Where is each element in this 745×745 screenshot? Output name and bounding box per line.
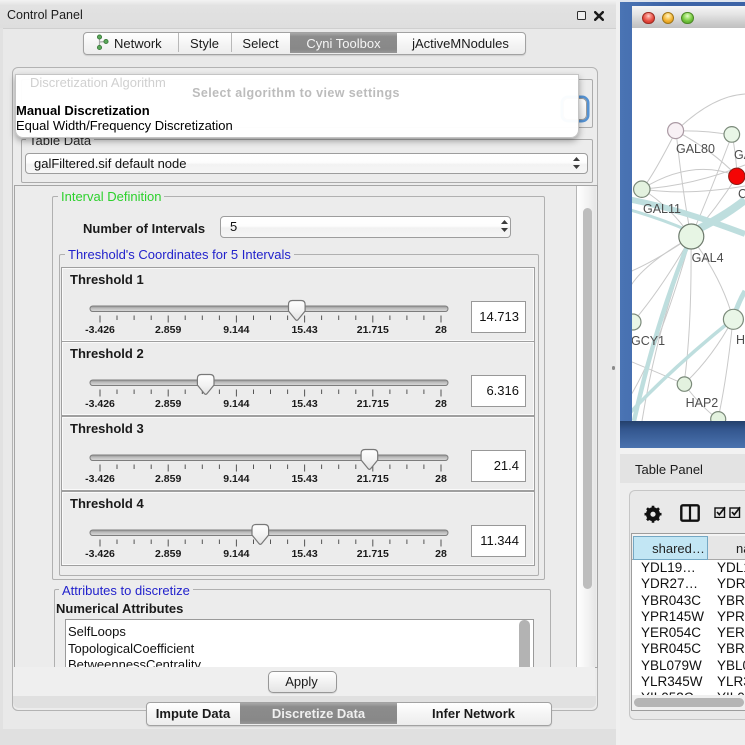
svg-text:GAL11: GAL11	[643, 202, 681, 216]
svg-text:GCY1: GCY1	[632, 334, 665, 348]
svg-text:GAL80: GAL80	[676, 142, 715, 156]
svg-text:H: H	[736, 333, 745, 347]
svg-text:HAP2: HAP2	[686, 396, 719, 410]
svg-text:GA: GA	[734, 148, 745, 162]
svg-text:C: C	[738, 187, 745, 201]
svg-text:GAL4: GAL4	[692, 251, 724, 265]
